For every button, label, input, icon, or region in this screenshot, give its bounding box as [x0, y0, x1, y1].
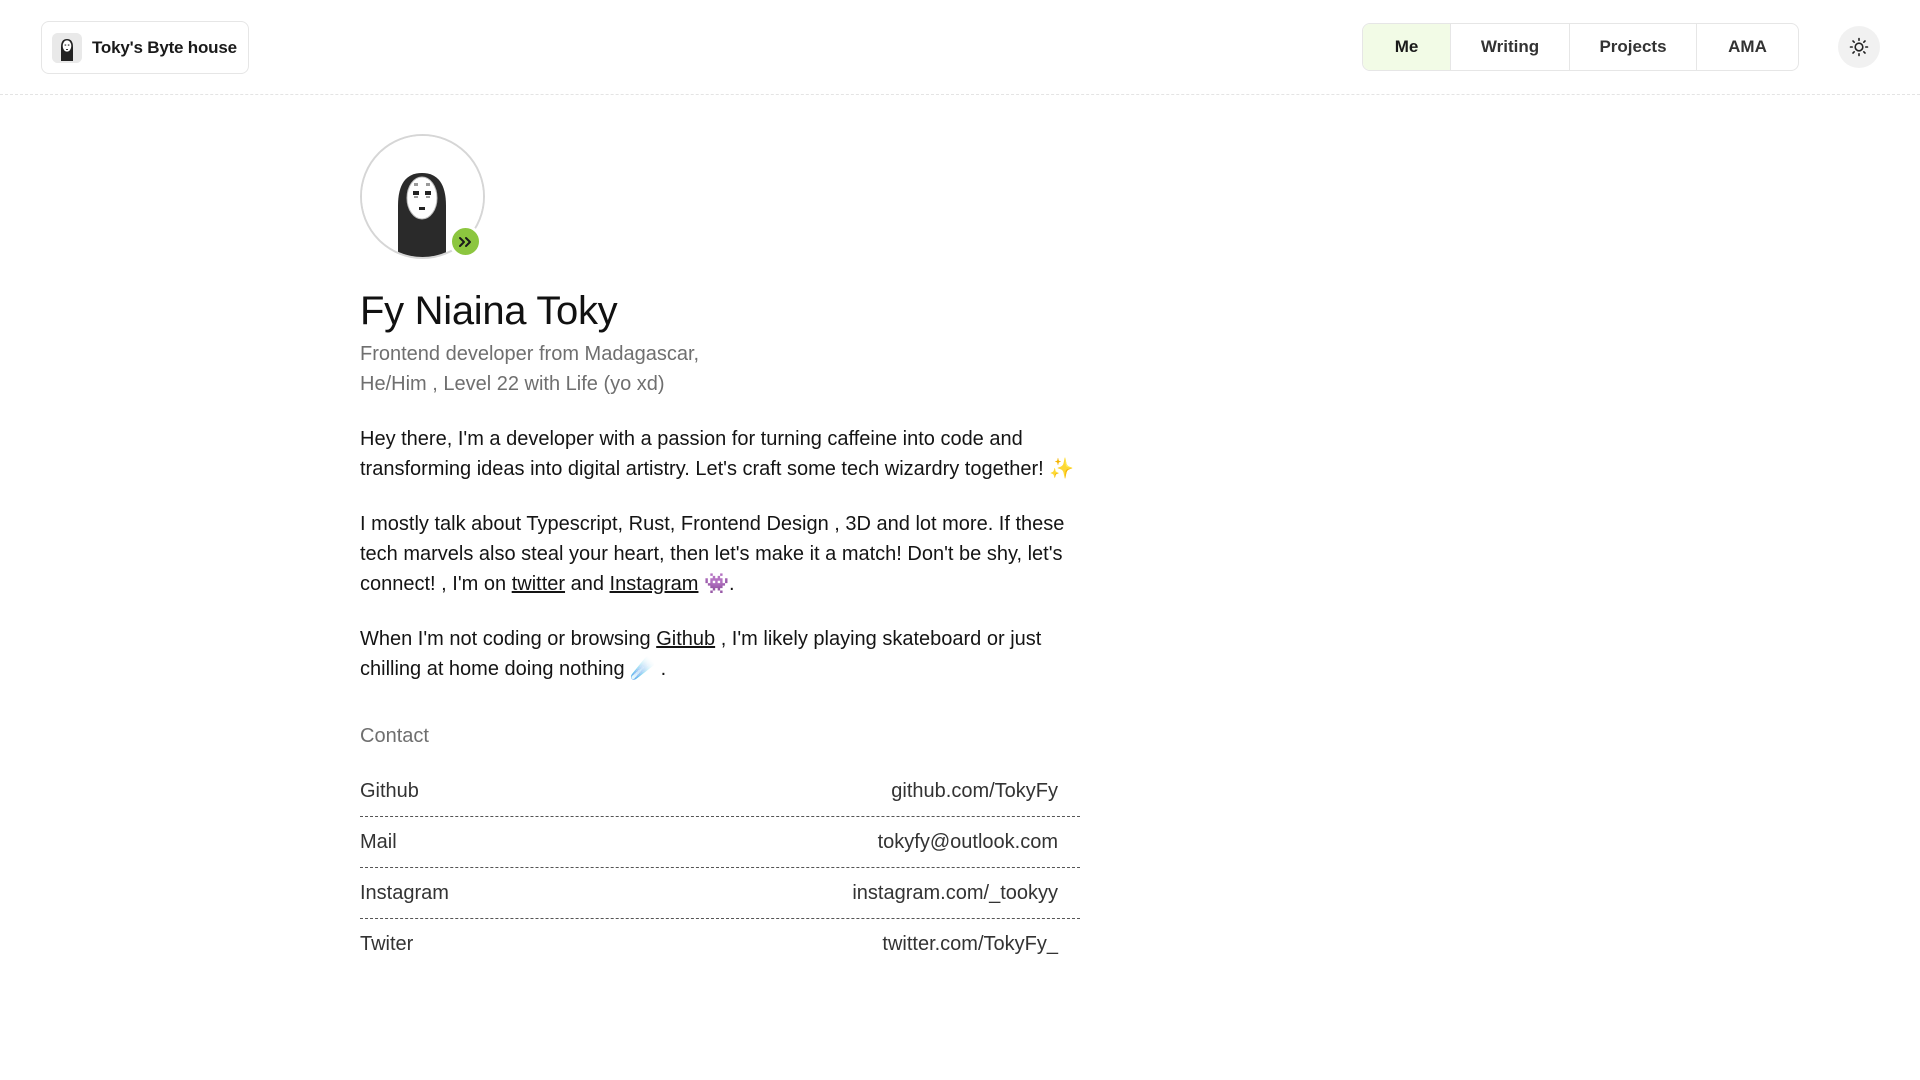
- contact-label: Instagram: [360, 881, 449, 904]
- site-header: Toky's Byte house Me Writing Projects AM…: [0, 0, 1920, 95]
- profile-avatar-wrap: [360, 134, 485, 259]
- nav-item-me[interactable]: Me: [1363, 24, 1450, 70]
- main-nav: Me Writing Projects AMA: [1362, 23, 1799, 71]
- nav-item-projects[interactable]: Projects: [1569, 24, 1696, 70]
- profile-subtitle-line2: He/Him , Level 22 with Life (yo xd): [360, 373, 665, 395]
- profile-name: Fy Niaina Toky: [360, 289, 618, 333]
- space-invader-icon: 👾: [704, 573, 729, 595]
- contact-row-instagram: Instagram instagram.com/_tookyy: [360, 868, 1080, 919]
- brand-home-link[interactable]: Toky's Byte house: [41, 21, 249, 74]
- about-p2-end: .: [728, 573, 735, 595]
- about-paragraph-2: I mostly talk about Typescript, Rust, Fr…: [360, 509, 1080, 599]
- instagram-link[interactable]: Instagram: [610, 573, 699, 595]
- fast-forward-icon: [458, 236, 471, 247]
- contact-value-github[interactable]: github.com/TokyFy: [891, 780, 1058, 803]
- contact-label: Twiter: [360, 933, 414, 955]
- github-link[interactable]: Github: [656, 628, 715, 650]
- status-badge: [449, 225, 482, 258]
- about-paragraph-1: Hey there, I'm a developer with a passio…: [360, 424, 1080, 484]
- about-p3-end: .: [660, 658, 667, 680]
- contact-row-github: Github github.com/TokyFy: [360, 766, 1080, 817]
- sun-icon: [1849, 37, 1869, 57]
- brand-name: Toky's Byte house: [92, 37, 237, 57]
- twitter-link[interactable]: twitter: [512, 573, 565, 595]
- profile-subtitle: Frontend developer from Madagascar, He/H…: [360, 339, 1080, 399]
- no-face-icon: [52, 32, 82, 63]
- contact-heading: Contact: [360, 725, 429, 747]
- about-p2-and: and: [570, 573, 604, 595]
- about-p3-text-before: When I'm not coding or browsing: [360, 628, 651, 650]
- contact-row-mail: Mail tokyfy@outlook.com: [360, 817, 1080, 868]
- about-paragraph-3: When I'm not coding or browsing Github ,…: [360, 624, 1080, 684]
- contact-value-mail[interactable]: tokyfy@outlook.com: [878, 831, 1058, 854]
- about-p1-text: Hey there, I'm a developer with a passio…: [360, 428, 1044, 480]
- nav-item-ama[interactable]: AMA: [1696, 24, 1798, 70]
- profile-subtitle-line1: Frontend developer from Madagascar,: [360, 343, 700, 365]
- main-content: Fy Niaina Toky Frontend developer from M…: [360, 134, 1080, 970]
- contact-value-twitter[interactable]: twitter.com/TokyFy_: [882, 933, 1058, 956]
- sparkles-icon: ✨: [1049, 458, 1075, 480]
- nav-item-writing[interactable]: Writing: [1450, 24, 1569, 70]
- contact-label: Mail: [360, 830, 397, 853]
- contact-value-instagram[interactable]: instagram.com/_tookyy: [852, 882, 1058, 905]
- contact-list: Github github.com/TokyFy Mail tokyfy@out…: [360, 766, 1080, 970]
- comet-icon: ☄️: [630, 658, 656, 680]
- contact-row-twitter: Twiter twitter.com/TokyFy_: [360, 919, 1080, 970]
- contact-label: Github: [360, 779, 419, 802]
- theme-toggle-button[interactable]: [1838, 26, 1880, 68]
- brand-avatar: [52, 32, 82, 63]
